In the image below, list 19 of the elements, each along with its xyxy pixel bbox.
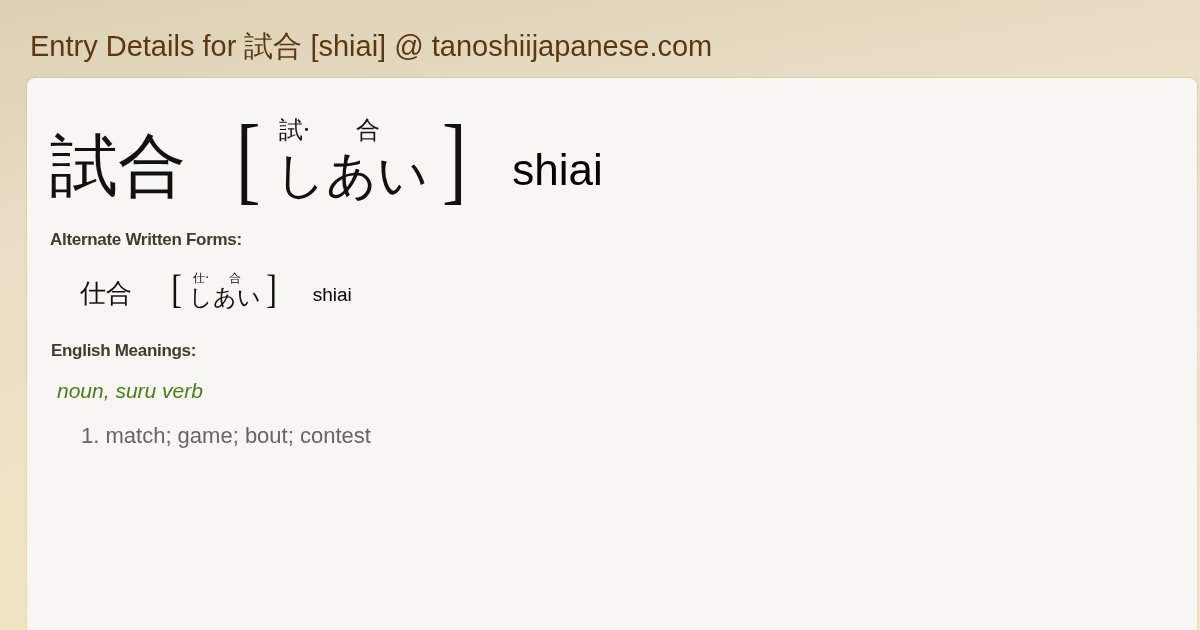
furigana-text: 合 <box>356 118 381 142</box>
part-of-speech: noun, suru verb <box>57 379 203 403</box>
section-heading: Alternate Written Forms: <box>50 230 242 250</box>
opening-bracket: [ <box>171 270 182 310</box>
section-heading: English Meanings: <box>51 341 197 361</box>
page-title: Entry Details for 試合 [shiai] @ tanoshiijapanese.com <box>30 29 713 64</box>
entry-kanji: 試合 <box>50 132 186 200</box>
closing-bracket: ] <box>266 270 278 310</box>
furigana-text: 試· <box>278 118 311 142</box>
furigana-text: 合 <box>229 271 242 284</box>
alternate-kanji: 仕合 <box>80 280 132 306</box>
meaning-item: 1. match; game; bout; contest <box>81 423 371 449</box>
furigana-text: 仕· <box>193 271 210 284</box>
closing-bracket: ] <box>441 110 467 208</box>
romaji-reading: shiai <box>312 284 352 306</box>
romaji-reading: shiai <box>512 145 603 195</box>
kana-reading: しあい <box>189 285 262 309</box>
opening-bracket: [ <box>236 110 261 208</box>
kana-reading: しあい <box>274 150 428 200</box>
